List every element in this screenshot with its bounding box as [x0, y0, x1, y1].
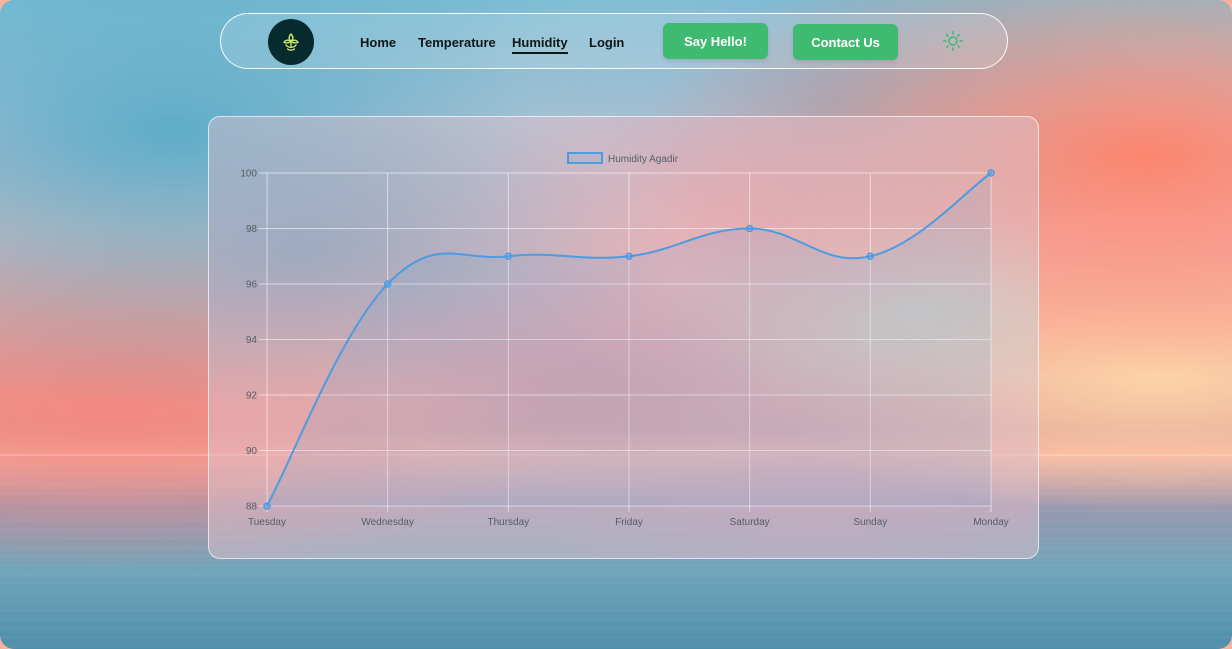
data-point-thursday — [504, 252, 513, 260]
y-tick-label: 96 — [246, 280, 258, 291]
x-tick-label: Monday — [973, 517, 1009, 528]
legend-label: Humidity Agadir — [608, 154, 679, 165]
y-tick-label: 92 — [246, 391, 258, 402]
say-hello-button[interactable]: Say Hello! — [663, 23, 768, 59]
nav-link-humidity[interactable]: Humidity — [512, 35, 568, 54]
chart-panel: 88 90 92 94 96 98 100 Tuesday Wednesday Thursday F… — [208, 116, 1039, 559]
chart-legend: Humidity Agadir — [567, 152, 679, 165]
y-tick-label: 98 — [246, 224, 258, 235]
y-tick-label: 94 — [246, 335, 258, 346]
data-point-saturday — [745, 224, 754, 233]
y-tick-label: 90 — [246, 446, 258, 457]
data-point-friday — [625, 252, 633, 260]
sun-icon[interactable] — [942, 30, 964, 52]
humidity-chart: 88 90 92 94 96 98 100 Tuesday Wednesday Thursday F… — [240, 152, 1009, 528]
navbar: Home Temperature Humidity Login Say Hell… — [220, 13, 1008, 69]
data-point-tuesday — [263, 502, 271, 510]
nav-link-login[interactable]: Login — [589, 35, 624, 50]
x-tick-label: Tuesday — [248, 517, 286, 528]
data-point-monday — [987, 169, 995, 177]
data-point-wednesday — [383, 280, 392, 288]
y-tick-label: 100 — [240, 169, 257, 180]
y-tick-label: 88 — [246, 502, 258, 513]
x-tick-label: Sunday — [853, 517, 887, 528]
data-point-sunday — [866, 252, 875, 260]
x-tick-label: Friday — [615, 517, 643, 528]
x-tick-label: Wednesday — [361, 517, 414, 528]
nav-link-home[interactable]: Home — [360, 35, 396, 50]
nav-link-temperature[interactable]: Temperature — [418, 35, 496, 50]
plant-icon[interactable] — [268, 19, 314, 65]
contact-us-button[interactable]: Contact Us — [793, 24, 898, 60]
legend-swatch — [567, 152, 603, 164]
x-tick-label: Saturday — [730, 517, 770, 528]
x-tick-label: Thursday — [487, 517, 529, 528]
